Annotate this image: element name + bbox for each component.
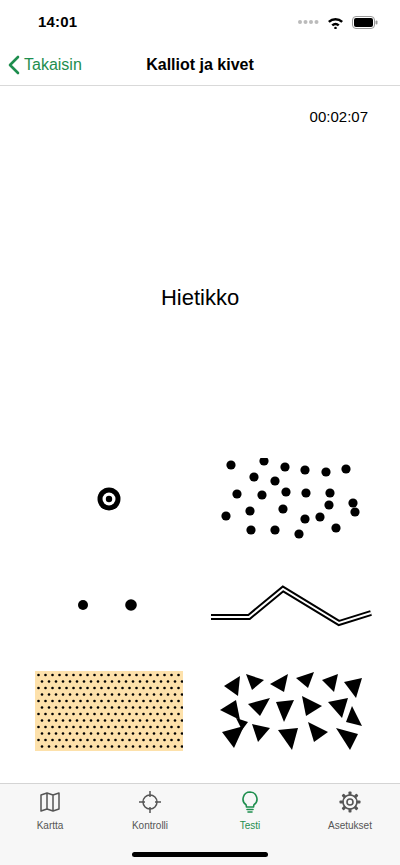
timer: 00:02:07: [310, 106, 368, 129]
answer-option[interactable]: [18, 446, 200, 552]
answer-option[interactable]: [200, 658, 382, 764]
timer-row: 00:02:07: [0, 86, 400, 129]
signal-icon: [297, 18, 319, 26]
pair-symbol-icon[interactable]: [76, 598, 142, 612]
tab-row: Kartta Kontrolli Testi Asetukset: [0, 784, 400, 833]
answer-option[interactable]: [18, 658, 200, 764]
crosshair-icon[interactable]: [138, 790, 162, 814]
answer-option[interactable]: [200, 552, 382, 658]
status-icons: [297, 16, 378, 29]
screen-title: Kalliot ja kivet: [146, 53, 254, 77]
tab-label[interactable]: Kartta: [37, 818, 64, 833]
answer-option[interactable]: [200, 446, 382, 552]
nav-bar: Takaisin Kalliot ja kivet: [0, 44, 400, 86]
boulderfield-symbol-icon[interactable]: [218, 670, 364, 752]
lightbulb-icon[interactable]: [238, 790, 262, 814]
tab-item[interactable]: Kontrolli: [100, 784, 200, 833]
sand-symbol-icon[interactable]: [35, 671, 183, 751]
tab-bar: Kartta Kontrolli Testi Asetukset: [0, 783, 400, 865]
status-bar: 14:01: [0, 0, 400, 44]
answer-grid: [0, 446, 400, 764]
tab-label[interactable]: Testi: [240, 818, 261, 833]
question: Hietikko: [0, 281, 400, 314]
answer-option[interactable]: [18, 552, 200, 658]
battery-icon: [352, 16, 378, 29]
gear-icon[interactable]: [338, 790, 362, 814]
tab-label[interactable]: Asetukset: [328, 818, 372, 833]
chevron-left-icon[interactable]: [8, 55, 20, 75]
map-icon[interactable]: [38, 790, 62, 814]
wifi-icon: [327, 16, 344, 29]
tab-item[interactable]: Testi: [200, 784, 300, 833]
back-button[interactable]: Takaisin: [8, 53, 98, 77]
back-label[interactable]: Takaisin: [24, 53, 82, 77]
tab-item[interactable]: Asetukset: [300, 784, 400, 833]
scatter-symbol-icon[interactable]: [218, 458, 364, 540]
status-time: 14:01: [38, 11, 77, 34]
zigzag-symbol-icon[interactable]: [209, 583, 373, 627]
home-indicator: [132, 852, 268, 857]
tab-item[interactable]: Kartta: [0, 784, 100, 833]
quiz-area: 00:02:07 Hietikko: [0, 86, 400, 783]
tab-label[interactable]: Kontrolli: [132, 818, 168, 833]
ring-symbol-icon[interactable]: [96, 486, 122, 512]
